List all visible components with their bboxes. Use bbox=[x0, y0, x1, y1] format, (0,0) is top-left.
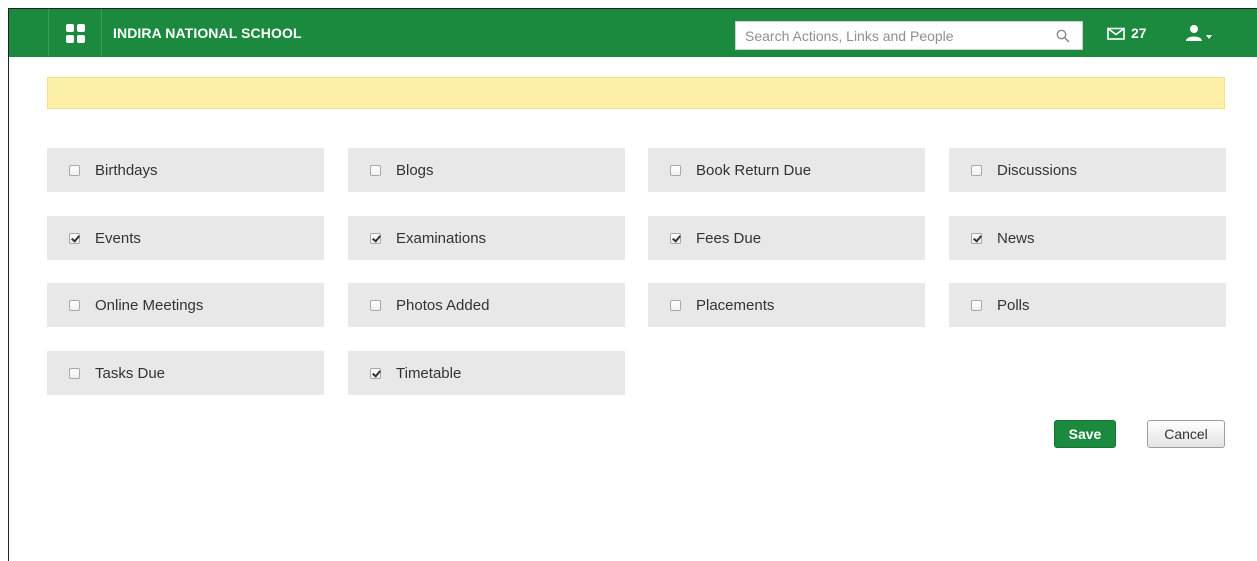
option-checkbox[interactable] bbox=[69, 164, 80, 176]
search-box bbox=[735, 21, 1083, 50]
option-label: Polls bbox=[997, 296, 1030, 314]
option-checkbox[interactable] bbox=[670, 299, 681, 311]
top-navbar: INDIRA NATIONAL SCHOOL 27 bbox=[9, 9, 1257, 57]
option-checkbox[interactable] bbox=[370, 164, 381, 176]
option-label: Birthdays bbox=[95, 161, 158, 179]
option-label: Fees Due bbox=[696, 229, 762, 247]
search-icon[interactable] bbox=[1056, 29, 1070, 43]
option-label: Events bbox=[95, 229, 141, 247]
option-checkbox[interactable] bbox=[670, 232, 681, 244]
school-name[interactable]: INDIRA NATIONAL SCHOOL bbox=[113, 9, 302, 57]
save-button[interactable]: Save bbox=[1054, 420, 1116, 448]
option-news[interactable]: News bbox=[949, 216, 1226, 260]
option-online-meetings[interactable]: Online Meetings bbox=[47, 283, 324, 327]
option-label: Photos Added bbox=[396, 296, 490, 314]
option-label: Book Return Due bbox=[696, 161, 812, 179]
option-fees-due[interactable]: Fees Due bbox=[648, 216, 925, 260]
app-frame: INDIRA NATIONAL SCHOOL 27 bbox=[8, 8, 1257, 561]
option-label: News bbox=[997, 229, 1035, 247]
option-placements[interactable]: Placements bbox=[648, 283, 925, 327]
option-label: Placements bbox=[696, 296, 775, 314]
search-input[interactable] bbox=[736, 22, 1041, 49]
user-icon bbox=[1186, 25, 1202, 41]
user-menu-button[interactable] bbox=[1185, 21, 1219, 45]
option-timetable[interactable]: Timetable bbox=[348, 351, 625, 395]
option-examinations[interactable]: Examinations bbox=[348, 216, 625, 260]
messages-button[interactable]: 27 bbox=[1107, 21, 1147, 45]
apps-grid-icon bbox=[65, 23, 85, 43]
option-label: Examinations bbox=[396, 229, 487, 247]
apps-menu-button[interactable] bbox=[48, 9, 102, 57]
notice-bar bbox=[47, 77, 1225, 109]
option-label: Timetable bbox=[396, 364, 462, 382]
option-label: Online Meetings bbox=[95, 296, 204, 314]
option-checkbox[interactable] bbox=[370, 299, 381, 311]
option-photos-added[interactable]: Photos Added bbox=[348, 283, 625, 327]
option-label: Tasks Due bbox=[95, 364, 166, 382]
option-book-return-due[interactable]: Book Return Due bbox=[648, 148, 925, 192]
option-checkbox[interactable] bbox=[370, 232, 381, 244]
option-blogs[interactable]: Blogs bbox=[348, 148, 625, 192]
option-checkbox[interactable] bbox=[670, 164, 681, 176]
option-events[interactable]: Events bbox=[47, 216, 324, 260]
chevron-down-icon bbox=[1206, 35, 1212, 39]
option-label: Blogs bbox=[396, 161, 434, 179]
option-checkbox[interactable] bbox=[971, 164, 982, 176]
option-checkbox[interactable] bbox=[971, 299, 982, 311]
option-tasks-due[interactable]: Tasks Due bbox=[47, 351, 324, 395]
option-discussions[interactable]: Discussions bbox=[949, 148, 1226, 192]
option-checkbox[interactable] bbox=[69, 367, 80, 379]
option-polls[interactable]: Polls bbox=[949, 283, 1226, 327]
option-checkbox[interactable] bbox=[69, 232, 80, 244]
message-count-badge: 27 bbox=[1131, 25, 1147, 41]
option-checkbox[interactable] bbox=[370, 367, 381, 379]
option-label: Discussions bbox=[997, 161, 1078, 179]
option-birthdays[interactable]: Birthdays bbox=[47, 148, 324, 192]
cancel-button[interactable]: Cancel bbox=[1147, 420, 1225, 448]
option-checkbox[interactable] bbox=[971, 232, 982, 244]
mail-icon bbox=[1107, 27, 1125, 40]
option-checkbox[interactable] bbox=[69, 299, 80, 311]
